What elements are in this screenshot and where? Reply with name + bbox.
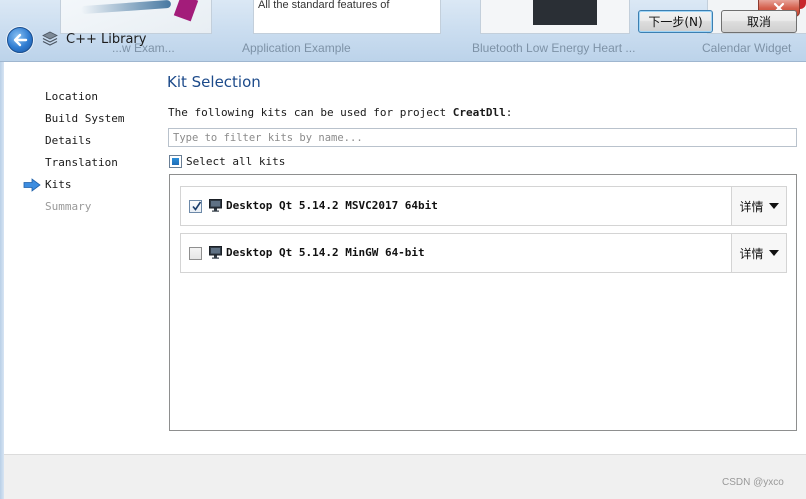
wizard-steps-sidebar: Location Build System Details Translatio…: [0, 63, 160, 458]
wizard-title: C++ Library: [66, 32, 147, 47]
kits-list-panel: Desktop Qt 5.14.2 MSVC2017 64bit 详情 Desk…: [169, 174, 797, 431]
details-label: 详情: [739, 199, 764, 214]
background-window-label: Calendar Widget: [702, 41, 792, 55]
select-all-label: Select all kits: [186, 154, 286, 168]
intro-prefix: The following kits can be used for proje…: [168, 106, 453, 119]
intro-text: The following kits can be used for proje…: [168, 106, 512, 119]
step-location: Location: [45, 90, 98, 103]
kit-name: Desktop Qt 5.14.2 MSVC2017 64bit: [226, 199, 438, 212]
dropdown-caret-icon: [768, 250, 779, 256]
kit-filter-input[interactable]: [168, 128, 797, 147]
kit-row: Desktop Qt 5.14.2 MinGW 64-bit 详情: [180, 233, 787, 273]
select-all-kits-checkbox[interactable]: Select all kits: [169, 154, 285, 168]
kit-details-button[interactable]: 详情: [731, 187, 786, 225]
back-button[interactable]: [7, 27, 33, 53]
background-window-label: Application Example: [242, 41, 351, 55]
background-window-thumbnail: All the standard features of: [253, 0, 441, 34]
desktop-monitor-icon: [209, 199, 222, 212]
cancel-button[interactable]: 取消: [721, 10, 797, 33]
page-title: Kit Selection: [167, 73, 261, 91]
current-step-arrow-icon: [23, 178, 41, 192]
step-details: Details: [45, 134, 92, 147]
details-label: 详情: [739, 246, 764, 261]
intro-suffix: :: [505, 106, 513, 119]
kit-checkbox[interactable]: [189, 200, 202, 213]
checkmark-icon: [192, 201, 202, 211]
step-summary: Summary: [45, 200, 92, 213]
watermark: CSDN @yxco: [722, 477, 784, 488]
dropdown-caret-icon: [768, 203, 779, 209]
desktop-monitor-icon: [209, 246, 222, 259]
next-button[interactable]: 下一步(N): [638, 10, 713, 33]
select-all-checkbox-box[interactable]: [169, 154, 182, 168]
step-translation: Translation: [45, 156, 118, 169]
background-window-thumbnail: [60, 0, 212, 34]
step-kits: Kits: [45, 178, 72, 191]
back-arrow-icon: [13, 33, 28, 47]
kit-checkbox[interactable]: [189, 247, 202, 260]
background-window-label: Bluetooth Low Energy Heart ...: [472, 41, 636, 55]
button-bar: [4, 454, 806, 499]
step-build-system: Build System: [45, 112, 125, 125]
kit-details-button[interactable]: 详情: [731, 234, 786, 272]
background-window-thumbnail: [480, 0, 630, 34]
kit-name: Desktop Qt 5.14.2 MinGW 64-bit: [226, 246, 425, 259]
project-name: CreatDll: [452, 106, 506, 119]
kit-row: Desktop Qt 5.14.2 MSVC2017 64bit 详情: [180, 186, 787, 226]
stacked-layers-icon: [42, 31, 58, 46]
